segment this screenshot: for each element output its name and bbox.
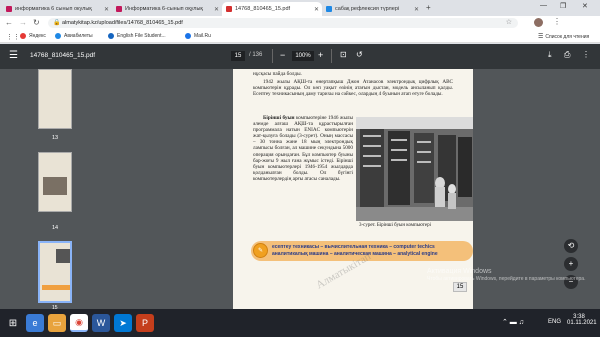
- extensions-icon[interactable]: ⋮: [553, 17, 561, 26]
- clock-date: 01.11.2021: [567, 320, 597, 326]
- eniac-photo: [356, 117, 473, 221]
- tab-label: Информатика 6-сынып оқулық: [125, 6, 203, 12]
- glossary-icon: ✎: [253, 243, 268, 258]
- language-indicator[interactable]: ENG: [548, 319, 561, 325]
- back-icon[interactable]: ←: [5, 18, 13, 27]
- fit-icon[interactable]: ⟲: [564, 239, 578, 253]
- term-first-generation: Бірінші буын: [263, 115, 295, 121]
- new-tab-icon[interactable]: +: [426, 3, 431, 12]
- thumbnail-page-13[interactable]: [38, 69, 72, 129]
- forward-icon[interactable]: →: [19, 18, 27, 27]
- close-icon[interactable]: ✕: [314, 6, 319, 13]
- windows-activation-watermark: Активация Windows Чтобы активировать Win…: [427, 268, 587, 282]
- divider: [331, 49, 332, 63]
- system-tray-icons[interactable]: ⌃ ▬ ♫: [502, 318, 524, 326]
- lock-icon: 🔒: [53, 20, 61, 26]
- thumbnail-image: [56, 249, 70, 263]
- thumbnail-image: [43, 177, 67, 195]
- bookmarks-bar: ⋮⋮ Яндекс Авиабилеты English File Studen…: [0, 30, 600, 43]
- internet-explorer-icon[interactable]: e: [26, 314, 44, 332]
- page-total: 136: [252, 52, 263, 58]
- apps-icon[interactable]: ⋮⋮: [6, 33, 20, 41]
- avatar[interactable]: [534, 18, 543, 27]
- reload-icon[interactable]: ↻: [33, 18, 40, 27]
- thumbnail-label: 13: [52, 135, 59, 141]
- browser-toolbar: ← → ↻ 🔒 almatykitap.kz/upload/files/1476…: [0, 16, 600, 30]
- pdf-toolbar: ☰ 14768_810465_15.pdf 15 / 136 − 100% + …: [0, 44, 600, 69]
- activation-text: Чтобы активировать Windows, перейдите в …: [427, 276, 586, 282]
- thumbnail-label: 14: [52, 225, 59, 231]
- paragraph-2: Бірінші буын компьютеріне 1946 жылы әлем…: [253, 115, 354, 182]
- maximize-icon[interactable]: ❐: [560, 2, 566, 10]
- more-icon[interactable]: ⋮: [582, 50, 590, 59]
- zoom-out-icon[interactable]: −: [280, 50, 285, 60]
- thumbnail-page-15[interactable]: [38, 241, 72, 303]
- powerpoint-icon[interactable]: P: [136, 314, 154, 332]
- folder-icon[interactable]: ▭: [48, 314, 66, 332]
- tab-4[interactable]: сабақ рефлексия түрлері ✕: [322, 2, 422, 16]
- fit-page-icon[interactable]: ⊡: [340, 50, 347, 59]
- minimize-icon[interactable]: —: [540, 2, 547, 9]
- address-url: almatykitap.kz/upload/files/14768_810465…: [62, 20, 183, 26]
- menu-icon[interactable]: ☰: [9, 50, 18, 61]
- close-icon[interactable]: ✕: [214, 6, 219, 13]
- windows-start-icon[interactable]: ⊞: [4, 314, 22, 332]
- eniac-photo-image: [356, 117, 473, 221]
- page-number-badge: 15: [453, 282, 467, 292]
- address-bar[interactable]: 🔒 almatykitap.kz/upload/files/14768_8104…: [48, 18, 518, 28]
- tab-favicon-icon: [116, 6, 122, 12]
- divider: [272, 49, 273, 63]
- chrome-icon[interactable]: ◉: [70, 314, 88, 332]
- tab-3[interactable]: 14768_810465_15.pdf ✕: [222, 2, 322, 16]
- close-icon[interactable]: ✕: [414, 6, 419, 13]
- reading-list-icon: ☰: [538, 34, 544, 40]
- photo-caption: 3-сурет. Бірінші буын компьютері: [359, 223, 431, 228]
- pdf-icon: [226, 6, 232, 12]
- yandex-icon: [20, 33, 26, 39]
- reading-list[interactable]: ☰ Список для чтения: [538, 33, 589, 41]
- page-number-input[interactable]: 15: [231, 51, 245, 61]
- zoom-input[interactable]: 100%: [292, 51, 314, 61]
- tab-label: информатика 6 сынып окулық: [15, 6, 92, 12]
- tab-label: 14768_810465_15.pdf: [235, 6, 291, 12]
- tab-strip: информатика 6 сынып окулық ✕ Информатика…: [0, 0, 600, 16]
- clock[interactable]: 3:38 01.11.2021: [567, 314, 597, 326]
- star-icon[interactable]: ☆: [506, 18, 512, 26]
- close-icon[interactable]: ✕: [104, 6, 109, 13]
- rotate-icon[interactable]: ↺: [356, 50, 363, 59]
- bookmark-english-file[interactable]: English File Student...: [108, 33, 166, 39]
- activation-title: Активация Windows: [427, 268, 492, 275]
- paragraph-1: 1942 жылы АҚШ-та өнертапқыш Джон Атанасо…: [253, 79, 453, 98]
- thumbnail-glossary: [42, 285, 70, 290]
- mail-icon: [185, 33, 191, 39]
- bookmark-yandex[interactable]: Яндекс: [20, 33, 46, 39]
- tab-2[interactable]: Информатика 6-сынып оқулық ✕: [112, 2, 222, 16]
- word-icon[interactable]: W: [92, 314, 110, 332]
- zoom-in-icon[interactable]: +: [318, 50, 323, 60]
- thumbnail-sidebar: 13 14 15: [0, 69, 108, 311]
- tab-1[interactable]: информатика 6 сынып окулық ✕: [2, 2, 112, 16]
- close-window-icon[interactable]: ✕: [582, 2, 588, 10]
- text-line: нұсқасы пайда болды.: [253, 71, 302, 77]
- thumbnail-page-14[interactable]: [38, 152, 72, 212]
- plane-icon: [55, 33, 61, 39]
- print-icon[interactable]: ⎙: [564, 50, 570, 60]
- taskbar: ⊞ e ▭ ◉ W ➤ P ⌃ ▬ ♫ ENG 3:38 01.11.2021: [0, 309, 600, 337]
- glossary-text: есептеу техникасы – вычислительная техни…: [272, 244, 438, 257]
- tab-favicon-icon: [6, 6, 12, 12]
- bookmark-aviabilety[interactable]: Авиабилеты: [55, 33, 93, 39]
- tab-label: сабақ рефлексия түрлері: [335, 6, 400, 12]
- download-icon[interactable]: ⤓: [548, 50, 552, 60]
- pdf-filename: 14768_810465_15.pdf: [30, 52, 96, 59]
- telegram-icon[interactable]: ➤: [114, 314, 132, 332]
- tab-favicon-icon: [326, 6, 332, 12]
- globe-icon: [108, 33, 114, 39]
- bookmark-mailru[interactable]: Mail.Ru: [185, 33, 211, 39]
